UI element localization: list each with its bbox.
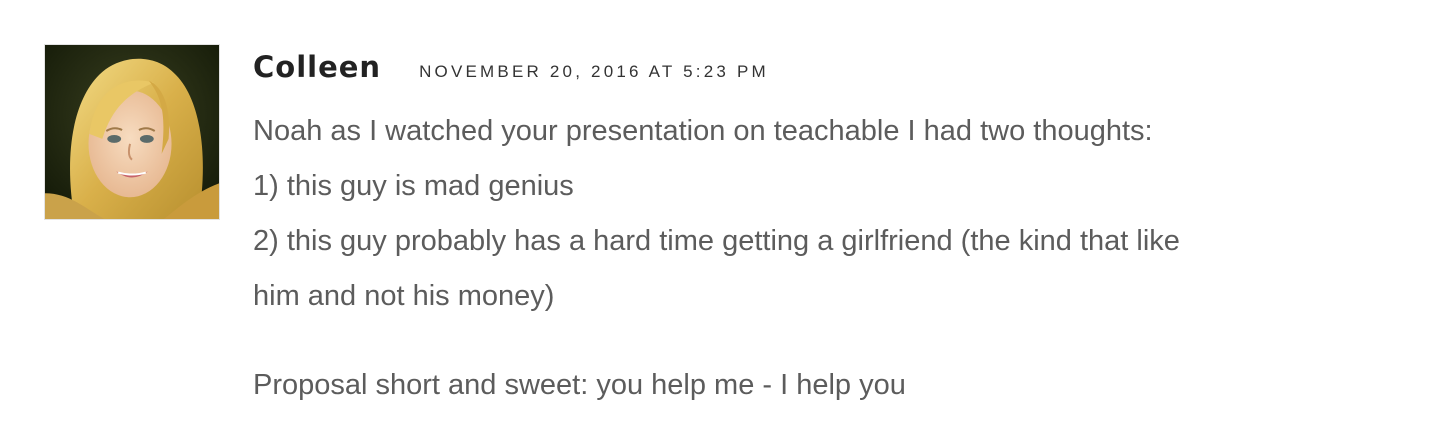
comment-line: 1) this guy is mad genius [253, 170, 574, 202]
comment-line: Noah as I watched your presentation on t… [253, 115, 1153, 147]
comment-line: 2) this guy probably has a hard time get… [253, 225, 1180, 257]
comment-author[interactable]: Colleen [253, 50, 381, 84]
comment-date[interactable]: NOVEMBER 20, 2016 AT 5:23 PM [419, 62, 769, 82]
comment-meta: Colleen NOVEMBER 20, 2016 AT 5:23 PM [253, 50, 769, 90]
comment-line: him and not his money) [253, 280, 555, 312]
comment-paragraph: Noah as I watched your presentation on t… [253, 104, 1403, 324]
comment-line: Proposal short and sweet: you help me - … [253, 369, 906, 401]
comment: Colleen NOVEMBER 20, 2016 AT 5:23 PM Noa… [0, 0, 1452, 436]
avatar-photo-icon [45, 45, 219, 219]
comment-body: Noah as I watched your presentation on t… [253, 104, 1403, 413]
comment-paragraph: Proposal short and sweet: you help me - … [253, 358, 1403, 413]
avatar [44, 44, 220, 220]
